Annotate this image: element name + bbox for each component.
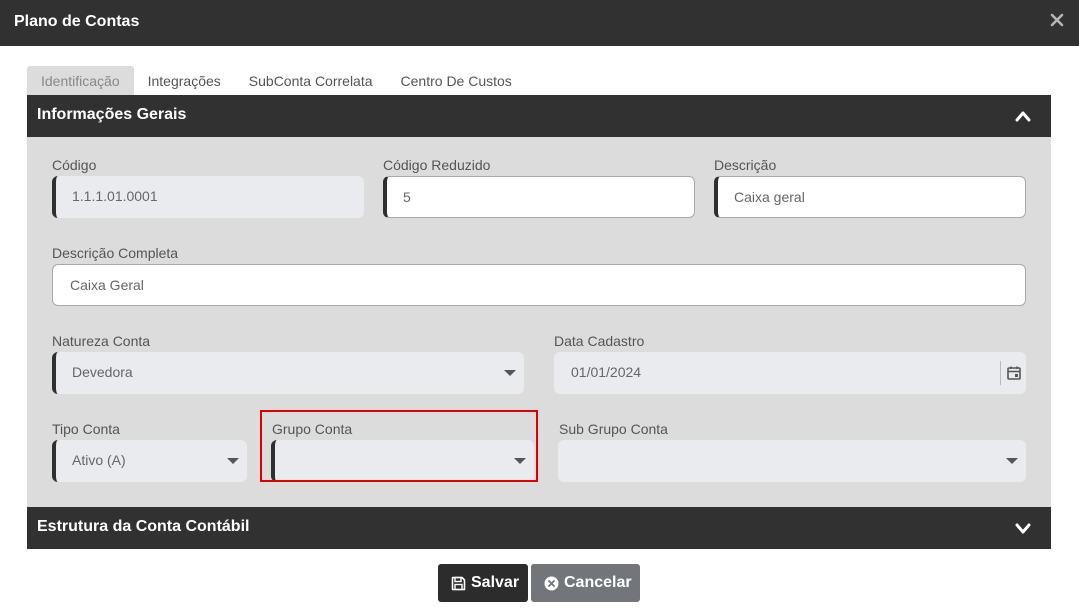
- modal-title-bar: Plano de Contas: [0, 0, 1079, 46]
- tipo-conta-label: Tipo Conta: [52, 421, 120, 437]
- codigo-reduzido-input[interactable]: 5: [383, 176, 695, 218]
- section-informacoes-gerais[interactable]: Informações Gerais: [27, 95, 1051, 137]
- natureza-conta-value: Devedora: [72, 364, 133, 380]
- x-circle-icon: [544, 576, 559, 596]
- codigo-label: Código: [52, 157, 97, 173]
- data-cadastro-value: 01/01/2024: [571, 364, 642, 380]
- sub-grupo-conta-select[interactable]: [558, 440, 1026, 482]
- tab-subconta-correlata[interactable]: SubConta Correlata: [235, 66, 387, 95]
- close-icon[interactable]: [1050, 13, 1064, 27]
- grupo-conta-highlight-box: [260, 410, 538, 482]
- tab-identificacao[interactable]: Identificação: [27, 66, 134, 95]
- data-cadastro-field: 01/01/2024: [554, 352, 1026, 394]
- dropdown-caret-icon: [227, 458, 239, 464]
- section-title: Informações Gerais: [37, 106, 187, 123]
- tab-integracoes[interactable]: Integrações: [134, 66, 235, 95]
- descricao-completa-input[interactable]: Caixa Geral: [52, 264, 1026, 306]
- codigo-reduzido-value: 5: [403, 189, 411, 205]
- cancel-button[interactable]: Cancelar: [531, 564, 640, 602]
- save-label: Salvar: [471, 574, 520, 591]
- natureza-conta-label: Natureza Conta: [52, 333, 151, 349]
- floppy-disk-icon: [451, 576, 466, 596]
- tab-centro-de-custos[interactable]: Centro De Custos: [387, 66, 526, 95]
- calendar-icon[interactable]: [1000, 361, 1026, 385]
- tipo-conta-select[interactable]: Ativo (A): [52, 440, 247, 482]
- dropdown-caret-icon: [504, 370, 516, 376]
- codigo-value: 1.1.1.01.0001: [72, 188, 158, 204]
- dropdown-caret-icon: [1006, 458, 1018, 464]
- descricao-completa-value: Caixa Geral: [70, 277, 144, 293]
- descricao-completa-label: Descrição Completa: [52, 245, 179, 261]
- section-title: Estrutura da Conta Contábil: [37, 518, 250, 535]
- descricao-input[interactable]: Caixa geral: [714, 176, 1026, 218]
- codigo-reduzido-label: Código Reduzido: [383, 157, 491, 173]
- modal-title: Plano de Contas: [14, 13, 140, 30]
- section-estrutura-conta-contabil[interactable]: Estrutura da Conta Contábil: [27, 507, 1051, 549]
- chevron-up-icon[interactable]: [1015, 109, 1031, 123]
- natureza-conta-select[interactable]: Devedora: [52, 352, 524, 394]
- descricao-label: Descrição: [714, 157, 777, 173]
- descricao-value: Caixa geral: [734, 189, 805, 205]
- sub-grupo-conta-label: Sub Grupo Conta: [559, 421, 668, 437]
- tipo-conta-value: Ativo (A): [72, 452, 126, 468]
- tab-bar: Identificação Integrações SubConta Corre…: [27, 66, 526, 95]
- codigo-field: 1.1.1.01.0001: [52, 176, 364, 218]
- data-cadastro-label: Data Cadastro: [554, 333, 645, 349]
- save-button[interactable]: Salvar: [438, 564, 528, 602]
- cancel-label: Cancelar: [564, 574, 632, 591]
- chevron-down-icon[interactable]: [1015, 521, 1031, 535]
